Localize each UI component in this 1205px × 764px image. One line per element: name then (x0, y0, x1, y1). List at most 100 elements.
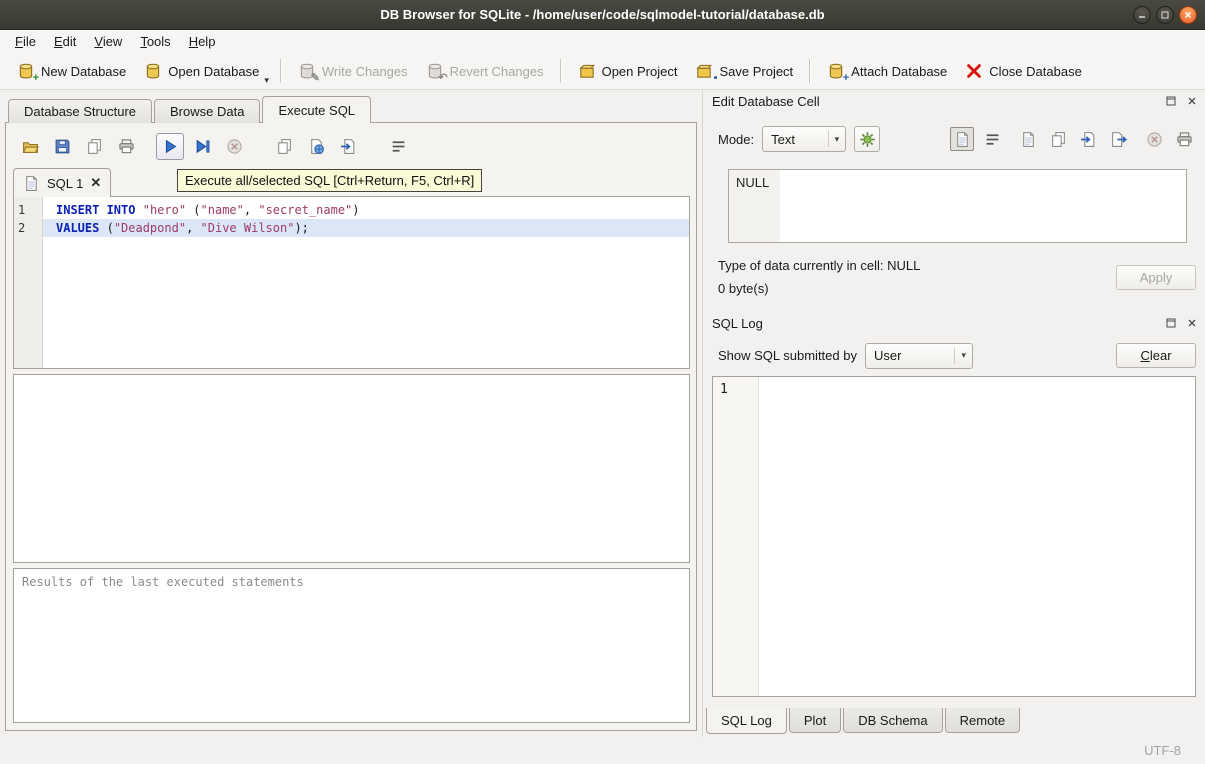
tab-browse-data[interactable]: Browse Data (154, 99, 260, 123)
tab-execute-sql[interactable]: Execute SQL (262, 96, 371, 123)
tab-db-schema[interactable]: DB Schema (843, 708, 942, 733)
set-null-button[interactable] (1142, 127, 1166, 151)
line-number-gutter: 1 2 (14, 197, 43, 368)
sql-line-2: VALUES ("Deadpond", "Dive Wilson"); (43, 219, 689, 237)
results-grid[interactable] (13, 374, 690, 563)
clear-log-button[interactable]: Clear (1116, 343, 1196, 368)
tab-sql-log[interactable]: SQL Log (706, 708, 787, 734)
maximize-button[interactable] (1156, 6, 1174, 24)
save-sql-as-button[interactable] (80, 133, 108, 160)
attach-database-icon: + (827, 62, 845, 80)
main-tabbar: Database Structure Browse Data Execute S… (8, 97, 373, 123)
menu-file[interactable]: File (6, 32, 45, 51)
document-icon (23, 175, 40, 192)
close-database-button[interactable]: Close Database (956, 57, 1091, 85)
globe-document-icon (308, 138, 325, 155)
new-database-icon: + (17, 62, 35, 80)
submitter-combobox[interactable]: User ▾ (865, 343, 973, 369)
submitter-value: User (874, 348, 901, 363)
word-wrap-button[interactable] (384, 133, 412, 160)
folder-icon (22, 138, 39, 155)
attach-database-button[interactable]: + Attach Database (818, 57, 956, 85)
apply-button[interactable]: Apply (1116, 265, 1196, 290)
mode-value: Text (771, 132, 795, 147)
export-data-button[interactable] (1106, 127, 1130, 151)
auto-apply-button[interactable] (854, 126, 880, 152)
gear-icon (859, 131, 876, 148)
cell-value: NULL (729, 170, 780, 242)
tab-plot[interactable]: Plot (789, 708, 841, 733)
save-sql-file-button[interactable] (48, 133, 76, 160)
results-message-area[interactable]: Results of the last executed statements (13, 568, 690, 723)
revert-changes-icon: ↶ (426, 62, 444, 80)
print-cell-button[interactable] (1172, 127, 1196, 151)
maximize-icon (1160, 10, 1170, 20)
import-data-button[interactable] (1076, 127, 1100, 151)
cell-value-editor[interactable]: NULL (728, 169, 1187, 243)
sql-log-view[interactable]: 1 (712, 376, 1196, 697)
results-placeholder: Results of the last executed statements (22, 575, 304, 589)
log-line-number-gutter: 1 (713, 377, 759, 696)
open-in-browser-button[interactable] (302, 133, 330, 160)
window-controls (1133, 6, 1197, 24)
log-line-number: 1 (720, 382, 728, 397)
open-database-button[interactable]: Open Database (135, 57, 268, 85)
pane-splitter[interactable] (702, 91, 703, 737)
dock-float-button[interactable] (1164, 317, 1177, 330)
execute-current-line-button[interactable] (188, 133, 216, 160)
text-mode-button[interactable] (950, 127, 974, 151)
float-icon (1166, 318, 1176, 328)
open-database-dropdown-arrow[interactable]: ▾ (264, 75, 269, 86)
sql-tab-close-icon[interactable]: ✕ (90, 175, 101, 191)
execute-all-button[interactable] (156, 133, 184, 160)
mode-combobox[interactable]: Text ▾ (762, 126, 846, 152)
play-icon (162, 138, 179, 155)
open-database-icon (144, 62, 162, 80)
format-sql-button[interactable] (334, 133, 362, 160)
tab-remote[interactable]: Remote (945, 708, 1021, 733)
revert-changes-button[interactable]: ↶ Revert Changes (417, 57, 553, 85)
text-document-icon (954, 131, 971, 148)
document-icon (276, 138, 293, 155)
chevron-down-icon: ▾ (954, 348, 972, 364)
menu-tools[interactable]: Tools (131, 32, 179, 51)
word-wrap-button[interactable] (980, 127, 1004, 151)
sql-editor[interactable]: 1 2 INSERT INTO "hero" ("name", "secret_… (13, 196, 690, 369)
menu-view[interactable]: View (85, 32, 131, 51)
sql-document-tab[interactable]: SQL 1 ✕ (13, 168, 111, 197)
open-project-button[interactable]: Open Project (569, 57, 687, 85)
open-project-icon (578, 62, 596, 80)
write-changes-icon: ✎ (298, 62, 316, 80)
dock-float-button[interactable] (1164, 95, 1177, 108)
filter-label: Show SQL submitted by (718, 348, 857, 363)
edit-cell-title: Edit Database Cell (712, 94, 820, 109)
menu-edit[interactable]: Edit (45, 32, 85, 51)
close-icon (1187, 96, 1197, 106)
minimize-button[interactable] (1133, 6, 1151, 24)
null-icon (1146, 131, 1163, 148)
play-to-line-icon (194, 138, 211, 155)
menu-help[interactable]: Help (180, 32, 225, 51)
new-database-button[interactable]: + New Database (8, 57, 135, 85)
open-data-button[interactable] (1016, 127, 1040, 151)
export-results-button[interactable] (270, 133, 298, 160)
close-button[interactable] (1179, 6, 1197, 24)
dock-close-button[interactable] (1185, 317, 1198, 330)
menubar: File Edit View Tools Help (0, 30, 1205, 53)
close-database-icon (965, 62, 983, 80)
cell-type-info: Type of data currently in cell: NULL (718, 258, 920, 273)
write-changes-button[interactable]: ✎ Write Changes (289, 57, 417, 85)
print-sql-button[interactable] (112, 133, 140, 160)
stop-execution-button[interactable] (220, 133, 248, 160)
mode-label: Mode: (718, 132, 754, 147)
tab-database-structure[interactable]: Database Structure (8, 99, 152, 123)
dock-close-button[interactable] (1185, 95, 1198, 108)
document-icon (1020, 131, 1037, 148)
save-project-button[interactable]: ▪ Save Project (686, 57, 802, 85)
code-area[interactable]: INSERT INTO "hero" ("name", "secret_name… (43, 197, 689, 368)
line-number: 1 (14, 201, 42, 219)
edit-cell-toolbar: Mode: Text ▾ (718, 125, 1196, 153)
open-sql-file-button[interactable] (16, 133, 44, 160)
copy-data-button[interactable] (1046, 127, 1070, 151)
cell-size-info: 0 byte(s) (718, 281, 769, 296)
